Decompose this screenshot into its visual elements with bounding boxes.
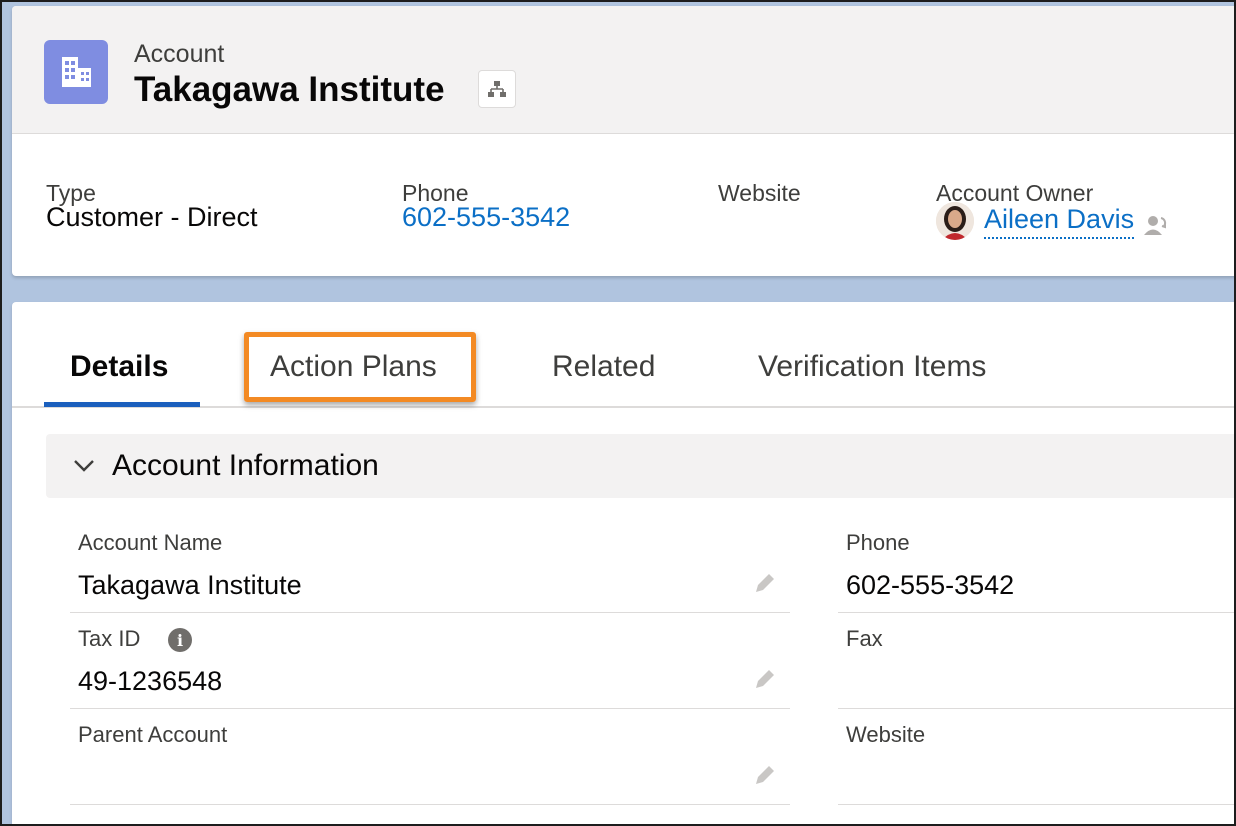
record-header: Account Takagawa Institute Type Customer… <box>12 6 1234 276</box>
edit-tax-id-pencil-icon[interactable] <box>752 666 778 692</box>
edit-account-name-pencil-icon[interactable] <box>752 570 778 596</box>
view-hierarchy-button[interactable] <box>478 70 516 108</box>
header-title-bar: Account Takagawa Institute <box>12 6 1234 134</box>
field-label-website: Website <box>846 722 926 747</box>
field-value-tax-id: 49-1236548 <box>78 666 223 696</box>
field-divider <box>838 612 1234 613</box>
record-title: Takagawa Institute <box>134 70 445 109</box>
highlight-website-label: Website <box>718 180 801 206</box>
field-value-phone-link[interactable]: 602-555-3542 <box>846 570 1014 601</box>
field-label-account-name: Account Name <box>78 530 223 555</box>
field-divider <box>70 804 790 805</box>
hierarchy-icon <box>488 81 506 97</box>
field-label-fax: Fax <box>846 626 883 651</box>
active-tab-indicator <box>44 402 200 407</box>
tab-details[interactable]: Details <box>70 350 168 384</box>
object-type-label: Account <box>134 40 225 68</box>
page-background: Account Takagawa Institute Type Customer… <box>2 2 1234 824</box>
tab-action-plans[interactable]: Action Plans <box>270 350 437 384</box>
field-divider <box>838 804 1234 805</box>
highlight-phone-link[interactable]: 602-555-3542 <box>402 202 570 233</box>
owner-link[interactable]: Aileen Davis <box>984 204 1135 239</box>
change-owner-icon[interactable] <box>1142 212 1168 238</box>
record-detail-card: Details Action Plans Related Verificatio… <box>12 302 1234 824</box>
edit-parent-account-pencil-icon[interactable] <box>752 762 778 788</box>
highlight-type-value: Customer - Direct <box>46 202 258 232</box>
field-divider <box>838 708 1234 709</box>
chevron-down-icon <box>64 434 104 498</box>
field-divider <box>70 708 790 709</box>
info-icon[interactable]: i <box>168 628 192 652</box>
section-title: Account Information <box>112 449 379 482</box>
tab-related[interactable]: Related <box>552 350 655 384</box>
field-value-account-name: Takagawa Institute <box>78 570 302 600</box>
section-header-account-information[interactable]: Account Information <box>46 434 1234 498</box>
field-divider <box>70 612 790 613</box>
field-label-tax-id: Tax ID <box>78 626 141 651</box>
account-building-icon <box>44 40 108 104</box>
field-label-phone: Phone <box>846 530 910 555</box>
tab-verification-items[interactable]: Verification Items <box>758 350 986 384</box>
field-label-parent-account: Parent Account <box>78 722 228 747</box>
owner-avatar[interactable] <box>936 202 974 240</box>
tab-bar: Details Action Plans Related Verificatio… <box>12 302 1234 408</box>
